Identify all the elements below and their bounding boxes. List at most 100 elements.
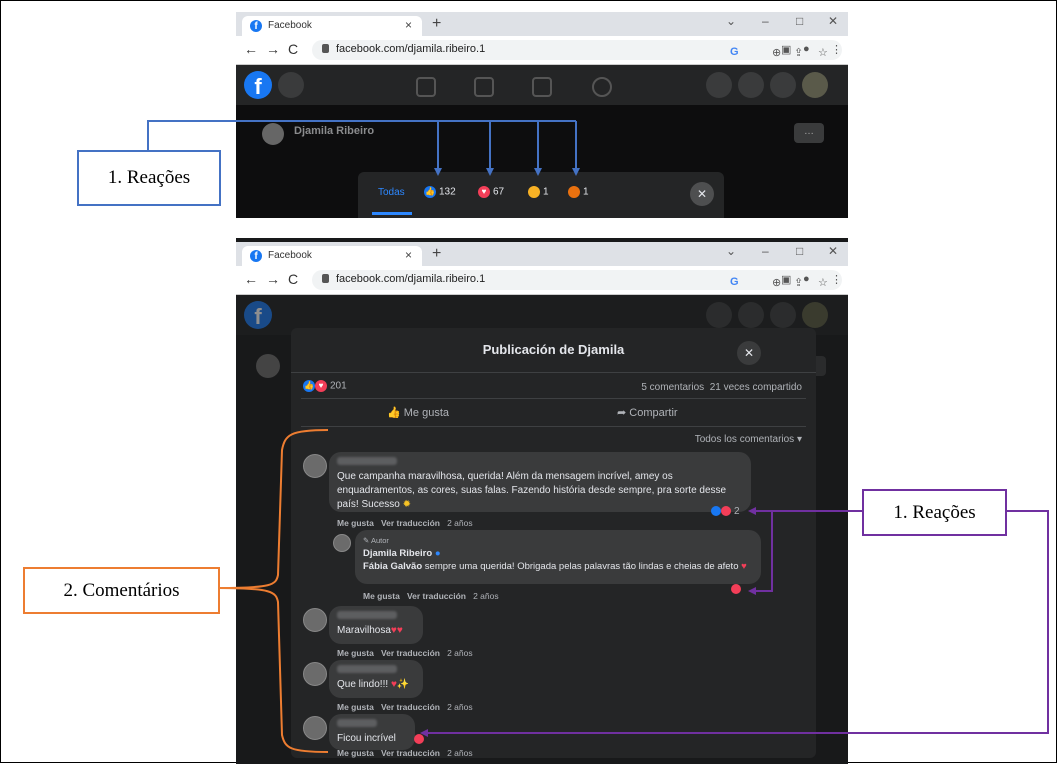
- maximize-icon[interactable]: □: [796, 14, 803, 28]
- comment-like-link[interactable]: Me gusta: [337, 518, 374, 528]
- commenter-avatar[interactable]: [303, 608, 327, 632]
- bookmark-star-icon[interactable]: ☆: [818, 276, 828, 289]
- omnibox[interactable]: facebook.com/djamila.ribeiro.1 G ⊕ ⇪ ☆: [312, 40, 842, 60]
- sidepanel-icon[interactable]: ▣: [781, 273, 791, 286]
- reply-text: sempre uma querida! Obrigada pelas palav…: [424, 561, 739, 572]
- forward-icon[interactable]: →: [266, 41, 280, 57]
- bookmark-star-icon[interactable]: ☆: [818, 46, 828, 59]
- comment-translate-link[interactable]: Ver traducción: [381, 748, 440, 758]
- comment-reaction-count: 2: [734, 506, 740, 517]
- comment-translate-link[interactable]: Ver traducción: [381, 702, 440, 712]
- comment-bubble: Ficou incrível: [329, 714, 415, 750]
- watch-icon[interactable]: [474, 77, 494, 97]
- close-tab-icon[interactable]: ×: [405, 18, 412, 32]
- reply-actions: Me gusta Ver traducción 2 años: [363, 591, 499, 601]
- back-icon[interactable]: ←: [244, 271, 258, 287]
- comment-translate-link[interactable]: Ver traducción: [407, 591, 466, 601]
- tab-love[interactable]: ♥ 67: [478, 186, 504, 198]
- tab-angry[interactable]: 1: [568, 186, 589, 198]
- browser-tab[interactable]: f Facebook ×: [242, 16, 422, 36]
- like-count: 132: [439, 186, 456, 198]
- like-reaction-icon: 👍: [424, 186, 436, 198]
- profile-name: Djamila Ribeiro: [294, 125, 375, 137]
- comment-translate-link[interactable]: Ver traducción: [381, 518, 440, 528]
- author-avatar[interactable]: [333, 534, 351, 552]
- menu-kebab-icon[interactable]: ⋮: [831, 43, 842, 56]
- marketplace-icon[interactable]: [532, 77, 552, 97]
- notifications-icon[interactable]: [770, 302, 796, 328]
- profile-icon[interactable]: ●: [803, 273, 810, 285]
- facebook-logo-icon[interactable]: f: [244, 71, 272, 99]
- comment-love-reaction[interactable]: [414, 730, 427, 748]
- profile-icon[interactable]: ●: [803, 43, 810, 55]
- comment-like-link[interactable]: Me gusta: [363, 591, 400, 601]
- menu-icon[interactable]: [706, 72, 732, 98]
- url-text: facebook.com/djamila.ribeiro.1: [336, 273, 486, 285]
- sun-emoji-icon: ✹: [402, 499, 411, 510]
- tab-haha[interactable]: 1: [528, 186, 549, 198]
- new-tab-icon[interactable]: +: [432, 15, 441, 33]
- browser-tab[interactable]: f Facebook ×: [242, 246, 422, 266]
- tab-search-icon[interactable]: ⌄: [726, 14, 736, 28]
- tab-todas[interactable]: Todas: [378, 187, 405, 198]
- haha-count: 1: [543, 186, 549, 198]
- messenger-icon[interactable]: [738, 302, 764, 328]
- minimize-icon[interactable]: –: [762, 14, 769, 28]
- reaction-summary[interactable]: 👍 ♥ 201: [303, 380, 347, 392]
- facebook-logo-icon[interactable]: f: [244, 301, 272, 329]
- shares-count[interactable]: 21 veces compartido: [710, 382, 802, 393]
- more-button[interactable]: …: [794, 123, 824, 143]
- reactions-tab-bar: Todas 👍 132 ♥ 67 1 1 ✕: [358, 172, 724, 218]
- share-icon[interactable]: ⇪: [794, 46, 803, 59]
- menu-icon[interactable]: [706, 302, 732, 328]
- tab-like[interactable]: 👍 132: [424, 186, 456, 198]
- minimize-icon[interactable]: –: [762, 244, 769, 258]
- zoom-icon[interactable]: ⊕: [772, 276, 781, 289]
- maximize-icon[interactable]: □: [796, 244, 803, 258]
- home-icon[interactable]: [416, 77, 436, 97]
- comentarios-label: 2. Comentários: [23, 567, 220, 614]
- reply-author-name[interactable]: Djamila Ribeiro: [363, 548, 432, 559]
- blurred-commenter-name: [337, 611, 397, 619]
- omnibox[interactable]: facebook.com/djamila.ribeiro.1 G ⊕ ⇪ ☆: [312, 270, 842, 290]
- google-icon[interactable]: G: [730, 276, 739, 288]
- commenter-avatar[interactable]: [303, 454, 327, 478]
- groups-icon[interactable]: [592, 77, 612, 97]
- close-window-icon[interactable]: ✕: [828, 244, 838, 258]
- tab-search-icon[interactable]: ⌄: [726, 244, 736, 258]
- background-avatar: [256, 354, 280, 378]
- google-icon[interactable]: G: [730, 46, 739, 58]
- sparkles-icon: ✨: [396, 679, 410, 690]
- commenter-avatar[interactable]: [303, 662, 327, 686]
- comments-count[interactable]: 5 comentarios: [641, 382, 704, 393]
- commenter-avatar[interactable]: [303, 716, 327, 740]
- account-avatar[interactable]: [802, 302, 828, 328]
- reply-love-reaction[interactable]: [731, 580, 744, 598]
- sidepanel-icon[interactable]: ▣: [781, 43, 791, 56]
- new-tab-icon[interactable]: +: [432, 245, 441, 263]
- forward-icon[interactable]: →: [266, 271, 280, 287]
- comment-translate-link[interactable]: Ver traducción: [381, 648, 440, 658]
- account-avatar[interactable]: [802, 72, 828, 98]
- reload-icon[interactable]: C: [288, 41, 298, 57]
- comment-filter[interactable]: Todos los comentarios ▾: [695, 434, 802, 445]
- back-icon[interactable]: ←: [244, 41, 258, 57]
- comment-like-link[interactable]: Me gusta: [337, 748, 374, 758]
- zoom-icon[interactable]: ⊕: [772, 46, 781, 59]
- mention-name[interactable]: Fábia Galvão: [363, 561, 422, 572]
- comment-like-link[interactable]: Me gusta: [337, 702, 374, 712]
- comment-reactions[interactable]: 2: [711, 506, 740, 517]
- close-window-icon[interactable]: ✕: [828, 14, 838, 28]
- reload-icon[interactable]: C: [288, 271, 298, 287]
- close-modal-button[interactable]: ✕: [737, 341, 761, 365]
- messenger-icon[interactable]: [738, 72, 764, 98]
- notifications-icon[interactable]: [770, 72, 796, 98]
- close-reactions-button[interactable]: ✕: [690, 182, 714, 206]
- share-icon[interactable]: ⇪: [794, 276, 803, 289]
- like-action-button[interactable]: 👍 Me gusta: [387, 406, 449, 419]
- menu-kebab-icon[interactable]: ⋮: [831, 273, 842, 286]
- share-action-button[interactable]: ➦ Compartir: [617, 406, 678, 419]
- comment-like-link[interactable]: Me gusta: [337, 648, 374, 658]
- fb-search-icon[interactable]: [278, 72, 304, 98]
- close-tab-icon[interactable]: ×: [405, 248, 412, 262]
